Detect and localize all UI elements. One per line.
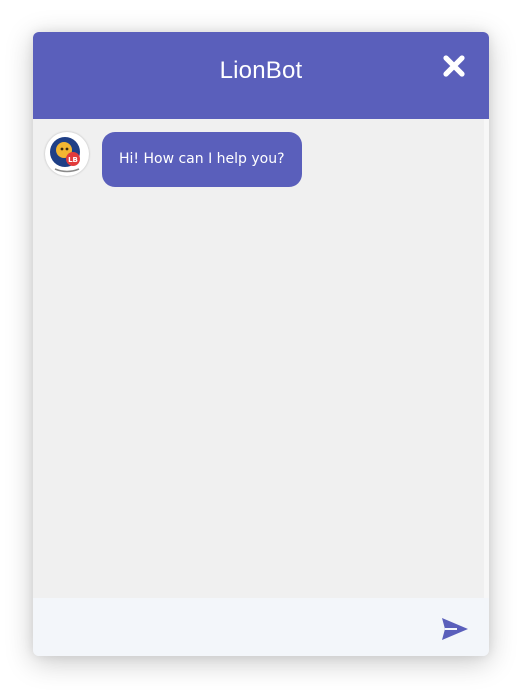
- avatar-badge: LB: [68, 156, 78, 164]
- bot-avatar: LB: [45, 132, 89, 176]
- message-list[interactable]: LB Hi! How can I help you?: [33, 119, 484, 598]
- close-button[interactable]: [441, 53, 467, 79]
- chat-composer: [33, 598, 489, 656]
- scrollbar-track[interactable]: [484, 119, 489, 598]
- message-input[interactable]: [33, 598, 451, 656]
- send-icon: [442, 618, 468, 640]
- chat-window: LionBot LB Hi! How can I help you?: [33, 32, 489, 656]
- chat-title: LionBot: [219, 57, 303, 84]
- bot-message: LB Hi! How can I help you?: [45, 132, 302, 187]
- bot-message-bubble: Hi! How can I help you?: [102, 132, 302, 187]
- chat-header: LionBot: [33, 32, 489, 119]
- lionbot-avatar-icon: LB: [46, 133, 88, 175]
- send-button[interactable]: [439, 616, 471, 642]
- close-icon: [443, 55, 465, 77]
